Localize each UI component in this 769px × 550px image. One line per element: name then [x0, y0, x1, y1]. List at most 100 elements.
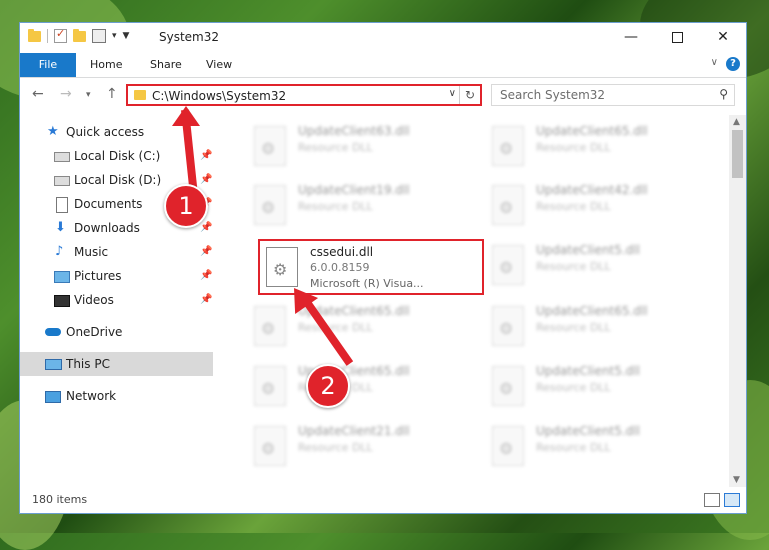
sidebar-item-network[interactable]: Network: [20, 384, 213, 408]
scroll-up-icon[interactable]: ▲: [733, 117, 740, 127]
navigation-pane: ★ Quick access Local Disk (C:) 📌 Local D…: [20, 115, 213, 487]
dll-file-icon: [492, 426, 524, 466]
video-icon: [54, 295, 70, 307]
properties-check-icon[interactable]: [54, 27, 67, 43]
file-name: UpdateClient5.dll: [536, 243, 640, 257]
file-name: UpdateClient42.dll: [536, 183, 648, 197]
file-name: UpdateClient5.dll: [536, 364, 640, 378]
navigation-bar: ← → ▾ ↑ C:\Windows\System32 ∨ ↻ Search S…: [20, 78, 746, 112]
dll-file-icon: [492, 126, 524, 166]
details-view-icon[interactable]: [704, 493, 720, 507]
sidebar-item-label: Quick access: [66, 125, 145, 139]
file-description: Resource DLL: [298, 141, 373, 154]
sidebar-item-music[interactable]: ♪ Music 📌: [20, 240, 213, 264]
back-arrow-icon[interactable]: ←: [32, 86, 44, 102]
vertical-scrollbar[interactable]: ▲ ▼: [729, 115, 746, 487]
pin-icon[interactable]: 📌: [200, 264, 212, 288]
tab-home[interactable]: Home: [90, 54, 122, 76]
pin-icon[interactable]: 📌: [200, 288, 212, 312]
chevron-down-icon[interactable]: ▾: [112, 31, 117, 41]
folder-icon: [134, 90, 146, 100]
dll-file-icon: [492, 245, 524, 285]
network-icon: [45, 391, 61, 403]
music-icon: ♪: [55, 244, 64, 259]
file-name: UpdateClient65.dll: [536, 124, 648, 138]
file-item[interactable]: UpdateClient65.dll Resource DLL: [246, 358, 466, 410]
pin-icon[interactable]: 📌: [200, 168, 212, 192]
search-placeholder[interactable]: Search System32: [500, 88, 605, 102]
file-name: UpdateClient5.dll: [536, 424, 640, 438]
large-icons-view-icon[interactable]: [724, 493, 740, 507]
new-folder-icon[interactable]: [73, 28, 86, 42]
file-item[interactable]: UpdateClient65.dll Resource DLL: [246, 298, 466, 350]
sidebar-item-this-pc[interactable]: This PC: [20, 352, 213, 376]
dll-file-icon: [254, 185, 286, 225]
file-item[interactable]: UpdateClient19.dll Resource DLL: [246, 177, 466, 229]
file-item[interactable]: UpdateClient65.dll Resource DLL: [484, 118, 704, 170]
pin-icon[interactable]: 📌: [200, 240, 212, 264]
file-item[interactable]: UpdateClient5.dll Resource DLL: [484, 358, 704, 410]
customize-icon[interactable]: [92, 29, 106, 43]
step-badge-2: 2: [306, 364, 350, 408]
pictures-icon: [54, 271, 70, 283]
sidebar-item-label: OneDrive: [66, 325, 123, 339]
scroll-thumb[interactable]: [732, 130, 743, 178]
file-description: Resource DLL: [298, 200, 373, 213]
file-item[interactable]: UpdateClient63.dll Resource DLL: [246, 118, 466, 170]
step-badge-1: 1: [164, 184, 208, 228]
forward-arrow-icon[interactable]: →: [60, 86, 72, 102]
tab-share[interactable]: Share: [150, 54, 182, 76]
tab-view[interactable]: View: [206, 54, 232, 76]
up-arrow-icon[interactable]: ↑: [106, 86, 118, 102]
highlight-box: [258, 239, 484, 295]
refresh-icon[interactable]: ↻: [459, 86, 480, 104]
dll-file-icon: [492, 366, 524, 406]
recent-locations-icon[interactable]: ▾: [86, 90, 91, 100]
address-path[interactable]: C:\Windows\System32: [152, 89, 286, 103]
file-name: UpdateClient63.dll: [298, 124, 410, 138]
minimize-button[interactable]: —: [608, 23, 654, 51]
sidebar-item-label: Music: [74, 245, 109, 259]
sidebar-item-label: Pictures: [74, 269, 122, 283]
file-description: Resource DLL: [298, 441, 373, 454]
star-icon: ★: [47, 124, 59, 139]
dll-file-icon: [254, 126, 286, 166]
sidebar-item-onedrive[interactable]: OneDrive: [20, 320, 213, 344]
file-name: UpdateClient19.dll: [298, 183, 410, 197]
search-input[interactable]: Search System32 ⚲: [491, 84, 735, 106]
window-title: System32: [159, 30, 220, 44]
file-description: Resource DLL: [536, 260, 611, 273]
file-item[interactable]: UpdateClient5.dll Resource DLL: [484, 237, 704, 289]
sidebar-item-label: Videos: [74, 293, 114, 307]
file-item[interactable]: UpdateClient42.dll Resource DLL: [484, 177, 704, 229]
address-bar[interactable]: C:\Windows\System32 ∨ ↻: [126, 84, 482, 106]
tab-file[interactable]: File: [20, 53, 76, 77]
sidebar-item-label: This PC: [66, 357, 110, 371]
maximize-button[interactable]: [654, 23, 700, 51]
expand-ribbon-icon[interactable]: ∨: [711, 57, 718, 68]
sidebar-item-label: Network: [66, 389, 117, 403]
help-icon[interactable]: ?: [726, 57, 740, 71]
sidebar-item-pictures[interactable]: Pictures 📌: [20, 264, 213, 288]
dll-file-icon: [254, 306, 286, 346]
file-item[interactable]: UpdateClient21.dll Resource DLL: [246, 418, 466, 470]
pin-icon[interactable]: 📌: [200, 144, 212, 168]
drive-icon: [54, 176, 70, 186]
sidebar-item-videos[interactable]: Videos 📌: [20, 288, 213, 312]
file-description: Resource DLL: [536, 381, 611, 394]
item-count: 180 items: [32, 493, 88, 506]
cloud-icon: [45, 328, 61, 336]
chevron-down-icon[interactable]: ∨: [449, 88, 456, 99]
dll-file-icon: [492, 185, 524, 225]
scroll-down-icon[interactable]: ▼: [733, 475, 740, 485]
file-item[interactable]: UpdateClient5.dll Resource DLL: [484, 418, 704, 470]
file-description: Resource DLL: [536, 321, 611, 334]
qat-dropdown-icon[interactable]: ▼: [123, 31, 130, 41]
search-icon[interactable]: ⚲: [719, 87, 728, 101]
file-description: Resource DLL: [536, 200, 611, 213]
close-button[interactable]: ✕: [700, 23, 746, 51]
file-name: UpdateClient65.dll: [536, 304, 648, 318]
maximize-icon: [671, 31, 683, 43]
file-item[interactable]: UpdateClient65.dll Resource DLL: [484, 298, 704, 350]
document-icon: [56, 197, 68, 213]
